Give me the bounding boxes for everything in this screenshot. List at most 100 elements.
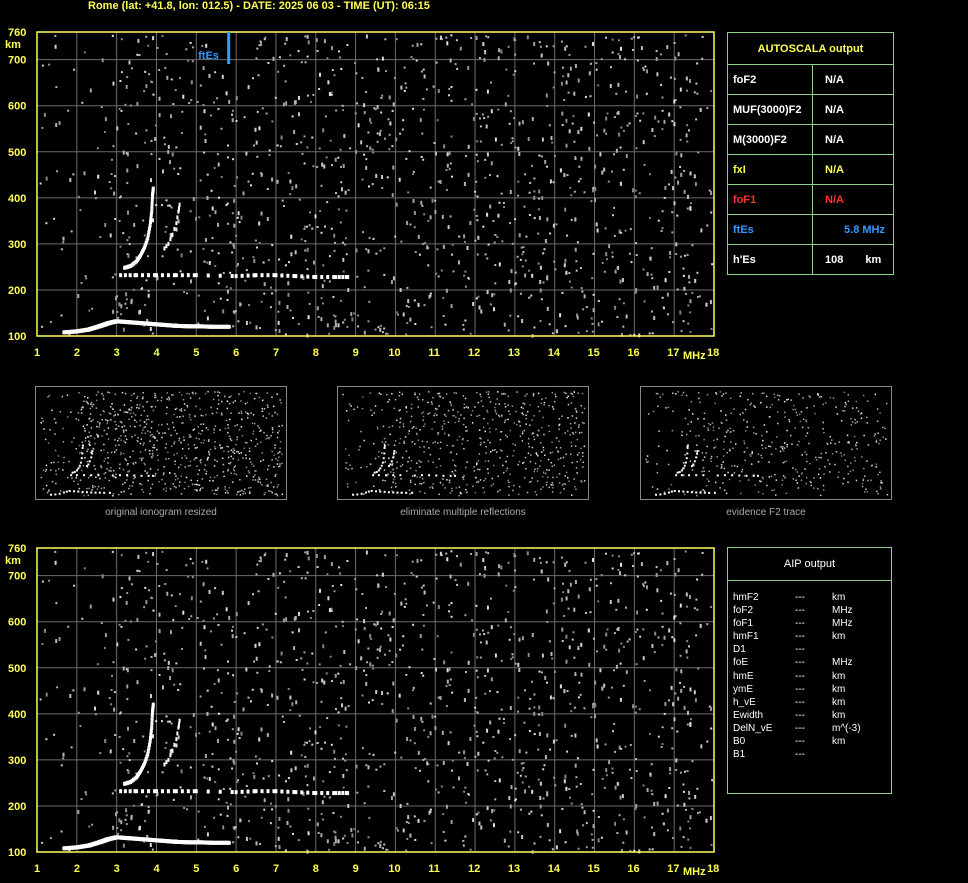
thumb-dot bbox=[191, 391, 194, 394]
thumb-trace bbox=[695, 452, 698, 455]
thumb-dot bbox=[134, 425, 136, 428]
thumb-dot bbox=[254, 470, 256, 472]
thumb-dot bbox=[178, 439, 180, 442]
y-tick-label: 200 bbox=[8, 285, 26, 297]
thumb-dot bbox=[384, 480, 386, 482]
thumb-dot bbox=[50, 462, 52, 464]
thumb-dot bbox=[824, 465, 826, 468]
thumb-dot bbox=[222, 463, 225, 466]
thumb-dot bbox=[160, 400, 163, 402]
thumb-dot bbox=[509, 429, 512, 432]
thumb-trace bbox=[381, 461, 384, 464]
thumb-trace bbox=[667, 491, 670, 494]
thumb-dot bbox=[77, 483, 79, 485]
thumb-dot bbox=[452, 445, 455, 447]
thumb-dot bbox=[856, 421, 859, 423]
thumb-dot bbox=[782, 475, 785, 477]
thumb-dot bbox=[214, 441, 216, 443]
thumb-dot bbox=[488, 427, 491, 430]
thumb-dot bbox=[79, 479, 82, 481]
thumb-dot bbox=[580, 447, 582, 450]
thumb-trace bbox=[98, 491, 101, 494]
thumb-trace bbox=[680, 474, 683, 477]
thumb-dot bbox=[524, 456, 527, 459]
autoscala-value-text: N/A bbox=[825, 133, 844, 146]
thumb-dot bbox=[183, 439, 185, 441]
thumb-dot bbox=[645, 458, 647, 461]
thumb-dot bbox=[82, 425, 85, 427]
thumb-dot bbox=[541, 427, 543, 429]
thumb-dot bbox=[59, 490, 62, 492]
thumb-dot bbox=[93, 437, 96, 440]
thumb-dot bbox=[703, 425, 705, 427]
thumb-dot bbox=[867, 444, 870, 446]
thumb-dot bbox=[733, 408, 735, 410]
trace-point bbox=[174, 789, 178, 794]
thumb-dot bbox=[540, 442, 542, 444]
thumb-trace bbox=[383, 490, 386, 493]
thumb-dot bbox=[525, 417, 527, 420]
thumb-dot bbox=[484, 460, 487, 462]
thumb-dot bbox=[241, 418, 243, 421]
thumb-dot bbox=[141, 483, 143, 486]
thumb-dot bbox=[436, 414, 438, 416]
thumb-dot bbox=[195, 437, 198, 439]
thumb-dot bbox=[192, 429, 194, 431]
thumb-dot bbox=[446, 479, 448, 481]
thumb-dot bbox=[134, 434, 136, 436]
thumb-dot bbox=[773, 393, 775, 396]
thumb-dot bbox=[722, 455, 725, 457]
thumb-trace bbox=[659, 493, 662, 496]
thumb-dot bbox=[716, 456, 718, 458]
thumb-dot bbox=[746, 426, 749, 428]
thumb-dot bbox=[111, 403, 113, 405]
thumb-dot bbox=[382, 425, 385, 428]
thumb-dot bbox=[647, 460, 649, 463]
thumb-trace bbox=[756, 474, 759, 477]
thumb-dot bbox=[154, 473, 157, 475]
thumb-dot bbox=[721, 466, 723, 468]
thumb-dot bbox=[765, 395, 768, 398]
thumb-dot bbox=[647, 413, 650, 415]
thumb-dot bbox=[137, 440, 139, 443]
thumb-dot bbox=[392, 468, 394, 471]
thumb-dot bbox=[250, 461, 252, 463]
thumb-dot bbox=[423, 492, 426, 494]
thumb-dot bbox=[345, 462, 347, 464]
thumb-dot bbox=[504, 406, 507, 408]
thumb-dot bbox=[281, 453, 283, 455]
thumb-dot bbox=[462, 395, 465, 397]
thumb-dot bbox=[427, 460, 430, 462]
thumb-dot bbox=[793, 404, 795, 407]
thumb-dot bbox=[466, 429, 468, 432]
thumb-dot bbox=[418, 460, 421, 462]
thumb-dot bbox=[241, 434, 244, 437]
thumb-dot bbox=[399, 438, 402, 440]
thumb-dot bbox=[790, 399, 792, 401]
thumb-trace bbox=[375, 490, 378, 493]
thumb-dot bbox=[882, 426, 884, 429]
thumb-dot bbox=[188, 393, 190, 395]
thumb-dot bbox=[537, 455, 539, 457]
thumb-dot bbox=[281, 424, 283, 427]
trace-point bbox=[206, 789, 210, 794]
thumb-dot bbox=[244, 492, 246, 495]
thumb-dot bbox=[416, 396, 419, 399]
thumb-dot bbox=[806, 407, 808, 409]
thumb-dot bbox=[228, 402, 231, 405]
autoscala-value-text: N/A bbox=[825, 163, 844, 176]
thumb-dot bbox=[235, 473, 238, 476]
trace-point bbox=[150, 717, 154, 722]
thumb-dot bbox=[84, 396, 86, 398]
thumb-dot bbox=[401, 393, 403, 395]
thumb-dot bbox=[776, 394, 779, 396]
thumb-dot bbox=[139, 424, 141, 427]
thumb-dot bbox=[855, 443, 857, 446]
thumb-dot bbox=[162, 474, 165, 476]
thumb-dot bbox=[114, 439, 116, 441]
thumb-dot bbox=[128, 487, 130, 490]
thumb-dot bbox=[854, 418, 856, 421]
thumb-dot bbox=[227, 424, 229, 426]
thumb-dot bbox=[512, 455, 514, 457]
thumb-dot bbox=[487, 460, 490, 462]
